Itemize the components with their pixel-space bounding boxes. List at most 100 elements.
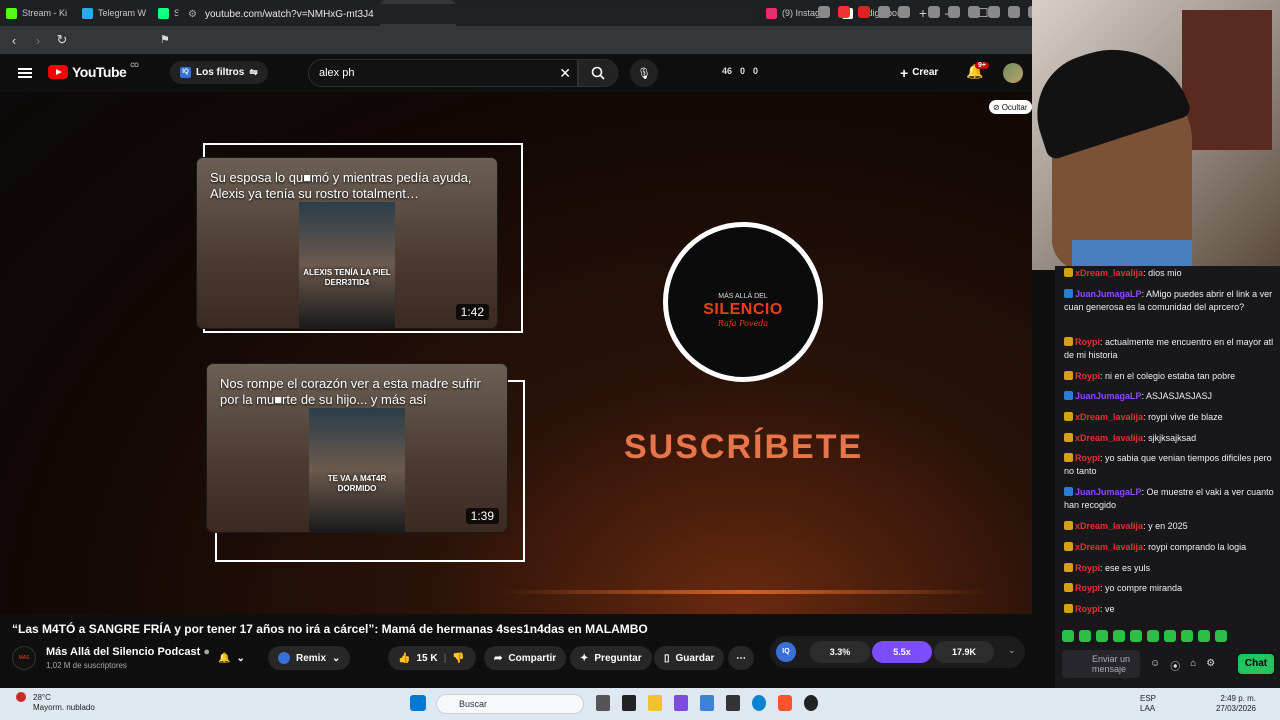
- share-icon[interactable]: ⦿: [1170, 658, 1180, 673]
- folder-icon[interactable]: [648, 695, 662, 711]
- chat-username[interactable]: Roypi: [1075, 453, 1100, 463]
- menu-icon[interactable]: [18, 66, 32, 80]
- chat-username[interactable]: JuanJumagaLP: [1075, 391, 1142, 401]
- chat-username[interactable]: Roypi: [1075, 371, 1100, 381]
- speed-left[interactable]: 3.3%: [810, 641, 870, 663]
- task-view-icon[interactable]: [596, 695, 610, 711]
- tab-favicon-icon: [6, 7, 17, 19]
- video-card[interactable]: TE VA A M4T4R DORMIDO Nos rompe el coraz…: [207, 364, 507, 532]
- taskbar-search[interactable]: Buscar: [436, 694, 584, 714]
- search-button[interactable]: [578, 59, 618, 87]
- emote-icon[interactable]: [1096, 630, 1108, 642]
- search-query: alex ph: [319, 67, 355, 79]
- emote-icon[interactable]: [1079, 630, 1091, 642]
- reload-button[interactable]: ↻: [52, 32, 72, 48]
- chat-badge-icon: [1064, 337, 1073, 346]
- extension-icon[interactable]: [928, 6, 940, 18]
- back-button[interactable]: ‹: [4, 33, 24, 48]
- chat-username[interactable]: xDream_lavalija: [1075, 433, 1143, 443]
- voice-search-button[interactable]: 🎙: [630, 59, 658, 87]
- like-button[interactable]: 👍 15 K | 👎: [388, 646, 476, 670]
- store-icon[interactable]: ⌂: [1190, 658, 1196, 673]
- browser-tab[interactable]: Telegram W: [76, 0, 152, 26]
- obs-icon[interactable]: [804, 695, 818, 711]
- extension-icon[interactable]: [948, 6, 960, 18]
- emote-icon[interactable]: [1164, 630, 1176, 642]
- youtube-logo[interactable]: YouTube CO: [48, 63, 139, 80]
- emote-icon[interactable]: [1147, 630, 1159, 642]
- filters-button[interactable]: IQ Los filtros ⇋: [170, 61, 268, 84]
- bell-icon: 🔔: [218, 652, 231, 664]
- windows-start-icon[interactable]: [410, 695, 426, 711]
- emote-icon[interactable]: [1130, 630, 1142, 642]
- emote-icon[interactable]: [1181, 630, 1193, 642]
- app-icon[interactable]: [622, 695, 636, 711]
- extension-icon[interactable]: [898, 6, 910, 18]
- thumbs-down-icon[interactable]: 👎: [452, 653, 464, 664]
- speed-mid[interactable]: 5.5x: [872, 641, 932, 663]
- emote-icon[interactable]: [1062, 630, 1074, 642]
- url-field[interactable]: ⚙ youtube.com/watch?v=NMHxG-mt3J4: [178, 4, 758, 24]
- emote-icon[interactable]: [1198, 630, 1210, 642]
- emote-icon[interactable]: [1113, 630, 1125, 642]
- extension-icon[interactable]: [968, 6, 980, 18]
- remix-button[interactable]: Remix ⌄: [268, 646, 351, 670]
- chevron-down-icon: ⌄: [236, 652, 245, 664]
- iq-icon[interactable]: IQ: [776, 642, 796, 662]
- ask-button[interactable]: ✦ Preguntar: [570, 646, 652, 670]
- chevron-down-icon[interactable]: ⌄: [1008, 645, 1016, 656]
- terminal-icon[interactable]: [726, 695, 740, 711]
- channel-avatar[interactable]: MAS: [12, 646, 36, 670]
- extension-icon[interactable]: [988, 6, 1000, 18]
- chat-input[interactable]: Enviar un mensaje: [1062, 650, 1140, 678]
- chat-message: xDream_lavalija: y en 2025: [1064, 520, 1276, 533]
- chat-username[interactable]: JuanJumagaLP: [1075, 487, 1142, 497]
- extension-icon[interactable]: [858, 6, 870, 18]
- speed-right[interactable]: 17.9K: [934, 641, 994, 663]
- gear-icon[interactable]: ⚙: [1206, 658, 1215, 673]
- extension-icon[interactable]: [878, 6, 890, 18]
- save-button[interactable]: ▯ Guardar: [654, 646, 725, 670]
- weather-widget[interactable]: 28°C Mayorm. nublado: [33, 693, 95, 713]
- chat-message: Roypi: yo sabia que venian tiempos dific…: [1064, 452, 1276, 478]
- search-input[interactable]: alex ph ✕: [308, 59, 578, 87]
- chat-send-button[interactable]: Chat: [1238, 654, 1274, 674]
- chat-text: : ASJASJASJASJ: [1141, 391, 1213, 401]
- clear-search-icon[interactable]: ✕: [559, 65, 571, 82]
- share-button[interactable]: ➦ Compartir: [484, 646, 567, 670]
- chat-username[interactable]: xDream_lavalija: [1075, 268, 1143, 278]
- sparkle-icon: ✦: [580, 652, 589, 664]
- channel-name[interactable]: Más Allá del Silencio Podcast ●: [46, 646, 210, 658]
- more-actions-button[interactable]: ⋯: [728, 646, 754, 670]
- chat-username[interactable]: Roypi: [1075, 604, 1100, 614]
- app-icon[interactable]: [700, 695, 714, 711]
- emote-picker-icon[interactable]: ☺: [1150, 658, 1160, 673]
- edge-icon[interactable]: [752, 695, 766, 711]
- chat-username[interactable]: xDream_lavalija: [1075, 521, 1143, 531]
- chat-username[interactable]: xDream_lavalija: [1075, 412, 1143, 422]
- video-card[interactable]: ALEXIS TENÍA LA PIEL DERR3TID4 Su esposa…: [197, 158, 497, 328]
- browser-tab[interactable]: Stream - Ki: [0, 0, 76, 26]
- forward-button[interactable]: ›: [28, 33, 48, 48]
- chat-username[interactable]: xDream_lavalija: [1075, 542, 1143, 552]
- language-indicator[interactable]: ESP LAA: [1140, 694, 1156, 714]
- chat-username[interactable]: JuanJumagaLP: [1075, 289, 1142, 299]
- extension-icon[interactable]: [818, 6, 830, 18]
- emote-icon[interactable]: [1215, 630, 1227, 642]
- chat-username[interactable]: Roypi: [1075, 563, 1100, 573]
- chat-username[interactable]: Roypi: [1075, 337, 1100, 347]
- chat-badge-icon: [1064, 453, 1073, 462]
- chat-username[interactable]: Roypi: [1075, 583, 1100, 593]
- clock[interactable]: 2:49 p. m. 27/03/2026: [1212, 694, 1256, 714]
- app-icon[interactable]: [674, 695, 688, 711]
- brave-icon[interactable]: [778, 695, 792, 711]
- user-avatar[interactable]: [1003, 63, 1023, 83]
- notification-bell-button[interactable]: 🔔 ⌄: [214, 646, 249, 670]
- extension-icon[interactable]: [838, 6, 850, 18]
- site-info-icon[interactable]: ⚙: [188, 9, 197, 20]
- webcam-feed: [1032, 0, 1280, 270]
- bookmark-icon[interactable]: ⚑: [160, 33, 170, 46]
- extension-icon[interactable]: [1008, 6, 1020, 18]
- create-button[interactable]: + Crear: [900, 61, 938, 84]
- hide-button[interactable]: ⊘ Ocultar: [989, 100, 1032, 114]
